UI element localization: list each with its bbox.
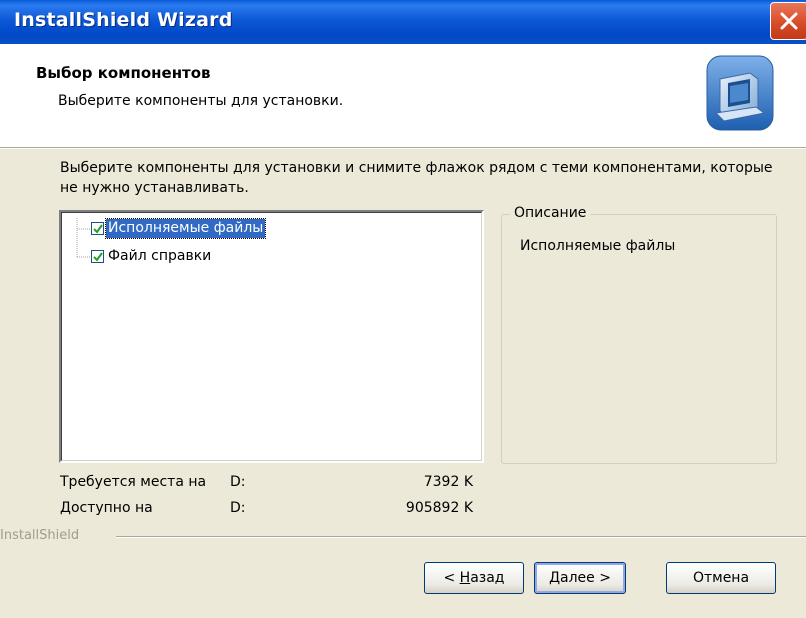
tree-item-help-file[interactable]: Файл справки — [91, 246, 213, 266]
back-button-prefix: < — [443, 570, 460, 586]
installshield-branding: InstallShield — [0, 528, 80, 543]
checkmark-icon — [93, 223, 103, 234]
computer-setup-icon — [706, 55, 774, 131]
next-button[interactable]: Далее > — [534, 562, 626, 594]
next-button-accel: Д — [549, 570, 560, 586]
space-required-size: 7392 K — [423, 474, 473, 490]
tree-item-label[interactable]: Исполняемые файлы — [104, 217, 267, 239]
checkmark-icon — [93, 251, 103, 262]
back-button[interactable]: < Назад — [424, 562, 524, 594]
instructions-text: Выберите компоненты для установки и сним… — [60, 160, 773, 196]
page-title: Выбор компонентов — [36, 64, 211, 82]
header-panel: Выбор компонентов Выберите компоненты дл… — [0, 44, 806, 149]
tree-item-executables[interactable]: Исполняемые файлы — [91, 217, 267, 239]
tree-item-label[interactable]: Файл справки — [106, 247, 213, 266]
description-legend: Описание — [510, 205, 591, 221]
page-subtitle: Выберите компоненты для установки. — [58, 93, 344, 109]
checkbox-executables[interactable] — [91, 221, 104, 235]
space-required-drive: D: — [230, 474, 246, 490]
back-button-accel: Н — [459, 570, 471, 586]
window-title: InstallShield Wizard — [14, 9, 233, 31]
branding-separator — [116, 536, 806, 538]
description-text: Исполняемые файлы — [520, 238, 676, 254]
component-tree[interactable]: Исполняемые файлы Файл справки — [59, 210, 484, 463]
next-button-rest: алее > — [560, 570, 611, 586]
space-available-drive: D: — [230, 500, 246, 516]
close-button[interactable] — [770, 2, 806, 40]
back-button-rest: азад — [470, 570, 505, 586]
space-required-label: Требуется места на — [60, 474, 207, 490]
close-icon — [780, 12, 798, 30]
checkbox-help-file[interactable] — [91, 249, 104, 263]
space-available-label: Доступно на — [60, 500, 153, 516]
title-bar[interactable]: InstallShield Wizard — [0, 0, 806, 44]
space-available-size: 905892 K — [405, 500, 473, 516]
cancel-button[interactable]: Отмена — [666, 562, 776, 594]
